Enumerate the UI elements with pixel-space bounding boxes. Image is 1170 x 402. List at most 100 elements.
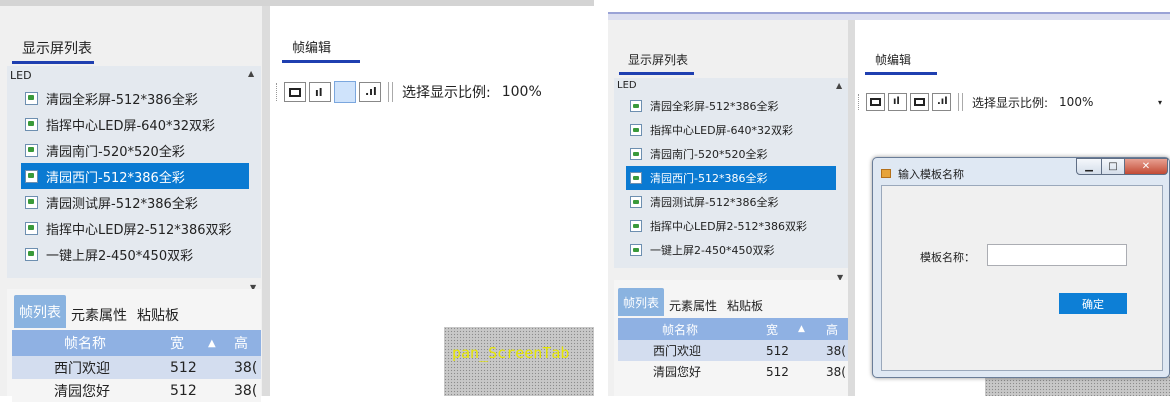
display-item-label: 清园西门-512*386全彩: [46, 170, 185, 186]
display-item-label: 清园测试屏-512*386全彩: [650, 196, 779, 209]
toolbar-separator: [962, 93, 963, 111]
minimize-icon[interactable]: ▁: [1076, 158, 1102, 175]
display-item[interactable]: 指挥中心LED屏-640*32双彩: [21, 111, 249, 137]
display-item[interactable]: 清园全彩屏-512*386全彩: [626, 94, 836, 118]
toolbar-grip: [858, 94, 859, 110]
bar-graph-icon[interactable]: .ıl: [359, 82, 381, 102]
frame-select-icon[interactable]: [910, 93, 929, 111]
display-item[interactable]: 指挥中心LED屏2-512*386双彩: [626, 214, 836, 238]
add-frame-icon[interactable]: [866, 93, 885, 111]
display-listbox[interactable]: LED ▲ 清园全彩屏-512*386全彩 指挥中心LED屏-640*32双彩 清园…: [614, 78, 848, 268]
display-item[interactable]: 清园全彩屏-512*386全彩: [21, 85, 249, 111]
tab-frame-editor[interactable]: 帧编辑: [875, 51, 911, 68]
dialog-client: 模板名称： 确定: [881, 185, 1163, 371]
app-icon: [881, 169, 891, 178]
table-row[interactable]: 西门欢迎 512 38(: [12, 356, 261, 379]
table-cell: 西门欢迎: [653, 344, 702, 358]
table-cell: 38(: [234, 359, 258, 376]
display-file-icon: [25, 195, 38, 209]
col-frame-name[interactable]: 帧名称: [64, 333, 170, 353]
gap: [594, 0, 608, 396]
frame-table-header: 帧名称 宽 ▲ 高: [12, 330, 261, 356]
active-tab-underline: [865, 72, 937, 75]
group-header-led: LED: [10, 69, 32, 82]
table-row[interactable]: 清园您好 512 38(: [618, 361, 848, 382]
bar-chart-icon[interactable]: ıl: [309, 82, 331, 102]
tab-bottom-1[interactable]: 元素属性: [66, 301, 132, 328]
display-item[interactable]: 清园南门-520*520全彩: [21, 137, 249, 163]
table-cell: 512: [170, 382, 197, 399]
display-item[interactable]: 清园测试屏-512*386全彩: [21, 189, 249, 215]
display-listbox[interactable]: LED ▲ 清园全彩屏-512*386全彩 指挥中心LED屏-640*32双彩 清园…: [7, 66, 261, 278]
add-frame-icon[interactable]: [284, 82, 306, 102]
display-item[interactable]: 指挥中心LED屏-640*32双彩: [626, 118, 836, 142]
col-width[interactable]: 宽: [766, 321, 798, 338]
frame-table-header: 帧名称 宽 ▲ 高: [618, 318, 848, 340]
display-list-panel: 显示屏列表 LED ▲ 清园全彩屏-512*386全彩指挥中心LED屏-640*…: [0, 6, 262, 402]
scroll-up-arrow[interactable]: ▲: [248, 69, 254, 78]
table-cell: 西门欢迎: [54, 360, 110, 377]
display-file-icon: [25, 143, 38, 157]
display-item-label: 指挥中心LED屏-640*32双彩: [46, 118, 216, 134]
display-item[interactable]: 一键上屏2-450*450双彩: [626, 238, 836, 262]
tab-bottom-2[interactable]: 粘贴板: [722, 294, 768, 316]
display-item[interactable]: 清园西门-512*386全彩: [626, 166, 836, 190]
display-item[interactable]: 一键上屏2-450*450双彩: [21, 241, 249, 267]
bar-chart-icon[interactable]: ıl: [888, 93, 907, 111]
display-file-icon: [630, 100, 642, 112]
table-cell: 清园您好: [653, 365, 702, 379]
active-tab-underline: [619, 72, 694, 75]
zoom-value[interactable]: 100%: [1059, 95, 1093, 109]
tab-bottom-1[interactable]: 元素属性: [664, 294, 722, 316]
col-width[interactable]: 宽: [170, 333, 208, 353]
close-icon[interactable]: ✕: [1124, 158, 1168, 175]
scroll-up-arrow[interactable]: ▲: [836, 81, 842, 90]
group-header-led: LED: [617, 80, 637, 91]
splitter[interactable]: [848, 20, 855, 396]
screen-tab-placeholder: pan_ScreenTab: [444, 327, 594, 396]
tab-display-list[interactable]: 显示屏列表: [22, 38, 92, 58]
display-item-label: 清园测试屏-512*386全彩: [46, 196, 198, 212]
display-item-label: 清园全彩屏-512*386全彩: [650, 100, 779, 113]
col-height[interactable]: 高: [826, 321, 848, 338]
display-item[interactable]: 指挥中心LED屏2-512*386双彩: [21, 215, 249, 241]
table-cell: 38(: [826, 364, 846, 379]
display-file-icon: [630, 172, 642, 184]
frame-select-icon[interactable]: [334, 81, 356, 103]
bar-graph-icon[interactable]: .ıl: [932, 93, 951, 111]
zoom-dropdown-arrow[interactable]: ▾: [1158, 98, 1162, 107]
sort-asc-icon: ▲: [798, 324, 805, 334]
display-item-label: 指挥中心LED屏2-512*386双彩: [46, 222, 232, 238]
col-height[interactable]: 高: [234, 333, 261, 353]
display-item-label: 指挥中心LED屏2-512*386双彩: [650, 220, 808, 233]
tab-bottom-0[interactable]: 帧列表: [14, 295, 66, 328]
window-top-border: [608, 12, 1170, 20]
display-file-icon: [25, 91, 38, 105]
toolbar-separator: [392, 82, 393, 102]
splitter[interactable]: [262, 6, 270, 396]
display-item[interactable]: 清园测试屏-512*386全彩: [626, 190, 836, 214]
tab-bottom-0[interactable]: 帧列表: [618, 288, 665, 316]
ok-button[interactable]: 确定: [1059, 293, 1127, 314]
tab-bottom-2[interactable]: 粘贴板: [132, 301, 184, 328]
col-frame-name[interactable]: 帧名称: [662, 321, 766, 338]
display-file-icon: [630, 196, 642, 208]
table-row[interactable]: 清园您好 512 38(: [12, 379, 261, 402]
template-name-input[interactable]: [987, 244, 1127, 266]
zoom-value[interactable]: 100%: [502, 84, 542, 100]
tab-frame-editor[interactable]: 帧编辑: [292, 37, 331, 56]
display-item[interactable]: 清园南门-520*520全彩: [626, 142, 836, 166]
table-row[interactable]: 西门欢迎 512 38(: [618, 340, 848, 361]
tab-display-list[interactable]: 显示屏列表: [628, 51, 688, 68]
maximize-icon[interactable]: □: [1101, 158, 1125, 175]
toolbar-separator: [958, 93, 959, 111]
table-cell: 38(: [826, 343, 846, 358]
table-cell: 清园您好: [54, 383, 110, 400]
display-file-icon: [25, 247, 38, 261]
active-tab-underline: [12, 61, 94, 64]
template-name-dialog: 输入模板名称 ▁ □ ✕ 模板名称： 确定: [872, 157, 1170, 378]
dialog-title: 输入模板名称: [898, 168, 964, 181]
toolbar-separator: [388, 82, 389, 102]
display-item-label: 清园全彩屏-512*386全彩: [46, 92, 198, 108]
display-item[interactable]: 清园西门-512*386全彩: [21, 163, 249, 189]
